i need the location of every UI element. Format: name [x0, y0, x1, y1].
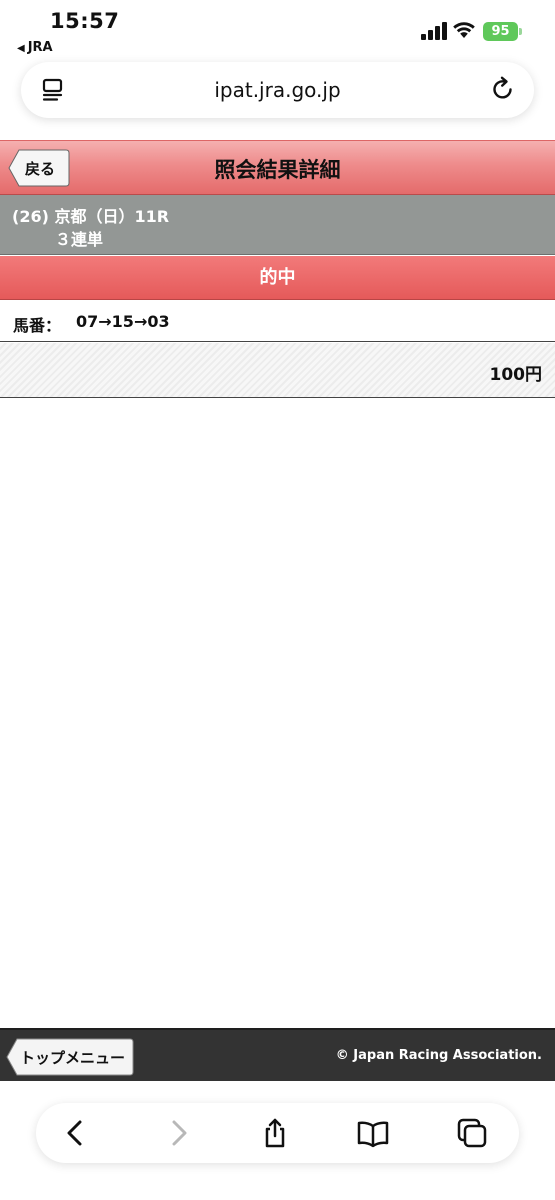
bookmarks-icon[interactable]: [357, 1117, 389, 1149]
result-bar: 的中: [0, 256, 555, 300]
amount-row: 100円: [0, 343, 555, 398]
page-header: 戻る 照会結果詳細: [0, 140, 555, 195]
battery-indicator: 95: [483, 22, 522, 41]
tabs-icon[interactable]: [456, 1117, 488, 1149]
battery-level: 95: [491, 24, 510, 39]
race-name: (26) 京都（日）11R: [12, 207, 170, 226]
reload-icon[interactable]: [490, 76, 516, 102]
horse-number-row: 馬番： 07→15→03: [0, 300, 555, 342]
share-icon[interactable]: [259, 1117, 291, 1149]
url-text[interactable]: ipat.jra.go.jp: [21, 78, 534, 102]
horse-number-label: 馬番：: [13, 316, 62, 335]
page-title: 照会結果詳細: [214, 158, 341, 182]
amount-value: 100円: [489, 365, 543, 385]
back-triangle-icon: ◀: [17, 43, 25, 54]
bet-type: ３連単: [55, 230, 104, 249]
back-to-app-link[interactable]: ◀ JRA: [17, 40, 53, 55]
top-menu-label: トップメニュー: [20, 1049, 126, 1067]
cellular-signal-icon: [421, 22, 447, 40]
browser-toolbar: [36, 1103, 519, 1163]
copyright-text: © Japan Racing Association.: [335, 1048, 542, 1063]
forward-icon[interactable]: [162, 1117, 194, 1149]
status-time: 15:57: [50, 9, 120, 33]
back-icon[interactable]: [60, 1117, 92, 1149]
result-label: 的中: [259, 267, 296, 288]
top-menu-button[interactable]: トップメニュー: [6, 1038, 134, 1076]
race-info: (26) 京都（日）11R ３連単: [0, 195, 555, 255]
back-app-label: JRA: [27, 40, 53, 55]
wifi-icon: [453, 22, 475, 38]
horse-number-value: 07→15→03: [76, 312, 170, 331]
status-bar: 15:57 ◀ JRA 95: [0, 0, 555, 60]
address-bar[interactable]: ipat.jra.go.jp: [21, 62, 534, 118]
footer-bar: トップメニュー © Japan Racing Association.: [0, 1028, 555, 1081]
